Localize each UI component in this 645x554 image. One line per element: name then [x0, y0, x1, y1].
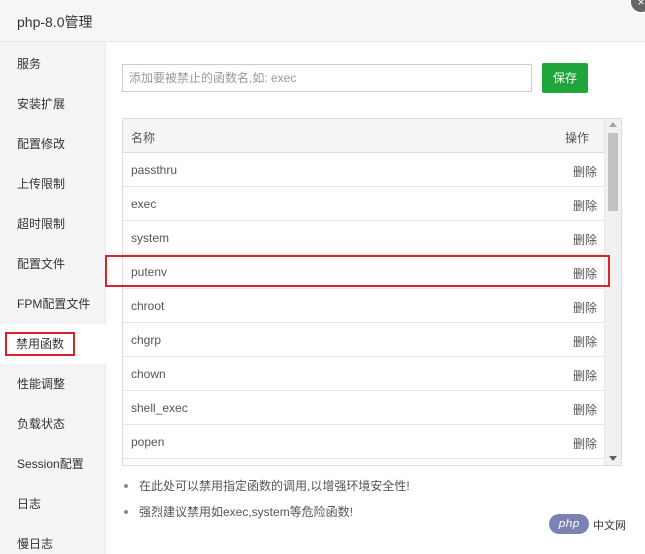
function-name: chroot: [131, 299, 165, 313]
table-row: system 删除: [123, 221, 605, 255]
delete-link[interactable]: 删除: [573, 367, 597, 384]
sidebar-item-label: 超时限制: [17, 217, 66, 231]
sidebar-item-load-status[interactable]: 负载状态: [0, 404, 106, 444]
sidebar-item-upload-limit[interactable]: 上传限制: [0, 164, 106, 204]
table-scrollbar[interactable]: [604, 119, 621, 465]
sidebar-item-label: 日志: [17, 497, 42, 511]
sidebar-item-log[interactable]: 日志: [0, 484, 106, 524]
disabled-functions-table: 名称 操作 passthru 删除 exec 删除 system 删除 pute…: [122, 118, 622, 466]
sidebar-item-performance[interactable]: 性能调整: [0, 364, 106, 404]
function-name: chown: [131, 367, 166, 381]
scroll-up-arrow-icon[interactable]: [609, 122, 617, 127]
table-row: chgrp 删除: [123, 323, 605, 357]
delete-link[interactable]: 删除: [573, 299, 597, 316]
scroll-down-arrow-icon[interactable]: [609, 456, 617, 461]
table-row: chown 删除: [123, 357, 605, 391]
sidebar-item-label: FPM配置文件: [17, 297, 91, 311]
tip-text: 强烈建议禁用如exec,system等危险函数!: [139, 505, 354, 519]
sidebar-item-config-edit[interactable]: 配置修改: [0, 124, 106, 164]
sidebar-item-session-config[interactable]: Session配置: [0, 444, 106, 484]
php-logo-icon: php: [549, 514, 589, 534]
sidebar-item-label: 上传限制: [17, 177, 66, 191]
sidebar-item-label: 服务: [17, 57, 42, 71]
tip-text: 在此处可以禁用指定函数的调用,以增强环境安全性!: [139, 479, 410, 493]
function-name: exec: [131, 197, 157, 211]
delete-link[interactable]: 删除: [573, 163, 597, 180]
watermark: php 中文网: [549, 514, 637, 534]
table-row: popen 删除: [123, 425, 605, 459]
bullet-icon: [124, 510, 128, 514]
sidebar-item-label: 配置修改: [17, 137, 66, 151]
title-bar: php-8.0管理: [0, 0, 645, 42]
sidebar-item-fpm-config[interactable]: FPM配置文件: [0, 284, 106, 324]
sidebar-item-disabled-functions[interactable]: 禁用函数: [0, 324, 106, 364]
tip-item: 在此处可以禁用指定函数的调用,以增强环境安全性!: [124, 479, 624, 505]
column-header-name: 名称: [131, 131, 156, 145]
sidebar-item-label: 安装扩展: [17, 97, 66, 111]
column-header-action: 操作: [564, 131, 589, 145]
sidebar-item-timeout-limit[interactable]: 超时限制: [0, 204, 106, 244]
function-name: popen: [131, 435, 165, 449]
scroll-thumb[interactable]: [608, 133, 618, 211]
table-row: putenv 删除: [123, 255, 605, 289]
sidebar-item-label: 禁用函数: [5, 332, 76, 356]
delete-link[interactable]: 删除: [573, 265, 597, 282]
watermark-text: 中文网: [593, 519, 626, 532]
table-row: exec 删除: [123, 187, 605, 221]
table-row: chroot 删除: [123, 289, 605, 323]
table-row: shell_exec 删除: [123, 391, 605, 425]
sidebar-item-install-extensions[interactable]: 安装扩展: [0, 84, 106, 124]
sidebar-item-label: Session配置: [17, 457, 84, 471]
window-title: php-8.0管理: [17, 14, 93, 30]
table-row: passthru 删除: [123, 153, 605, 187]
save-button[interactable]: 保存: [542, 63, 588, 93]
function-name: chgrp: [131, 333, 162, 347]
function-name: system: [131, 231, 170, 245]
function-name-input[interactable]: [122, 64, 532, 92]
sidebar-item-label: 负载状态: [17, 417, 66, 431]
delete-link[interactable]: 删除: [573, 401, 597, 418]
delete-link[interactable]: 删除: [573, 333, 597, 350]
sidebar-item-config-file[interactable]: 配置文件: [0, 244, 106, 284]
sidebar: 服务 安装扩展 配置修改 上传限制 超时限制 配置文件 FPM配置文件 禁用函数…: [0, 42, 106, 554]
sidebar-item-label: 慢日志: [17, 537, 54, 551]
delete-link[interactable]: 删除: [573, 435, 597, 452]
function-name: putenv: [131, 265, 168, 279]
sidebar-item-slow-log[interactable]: 慢日志: [0, 524, 106, 554]
function-name: shell_exec: [131, 401, 188, 415]
sidebar-item-label: 性能调整: [17, 377, 66, 391]
delete-link[interactable]: 删除: [573, 197, 597, 214]
delete-link[interactable]: 删除: [573, 231, 597, 248]
table-header: 名称 操作: [123, 119, 605, 153]
sidebar-item-label: 配置文件: [17, 257, 66, 271]
function-name: passthru: [131, 163, 178, 177]
bullet-icon: [124, 484, 128, 488]
sidebar-item-service[interactable]: 服务: [0, 44, 106, 84]
